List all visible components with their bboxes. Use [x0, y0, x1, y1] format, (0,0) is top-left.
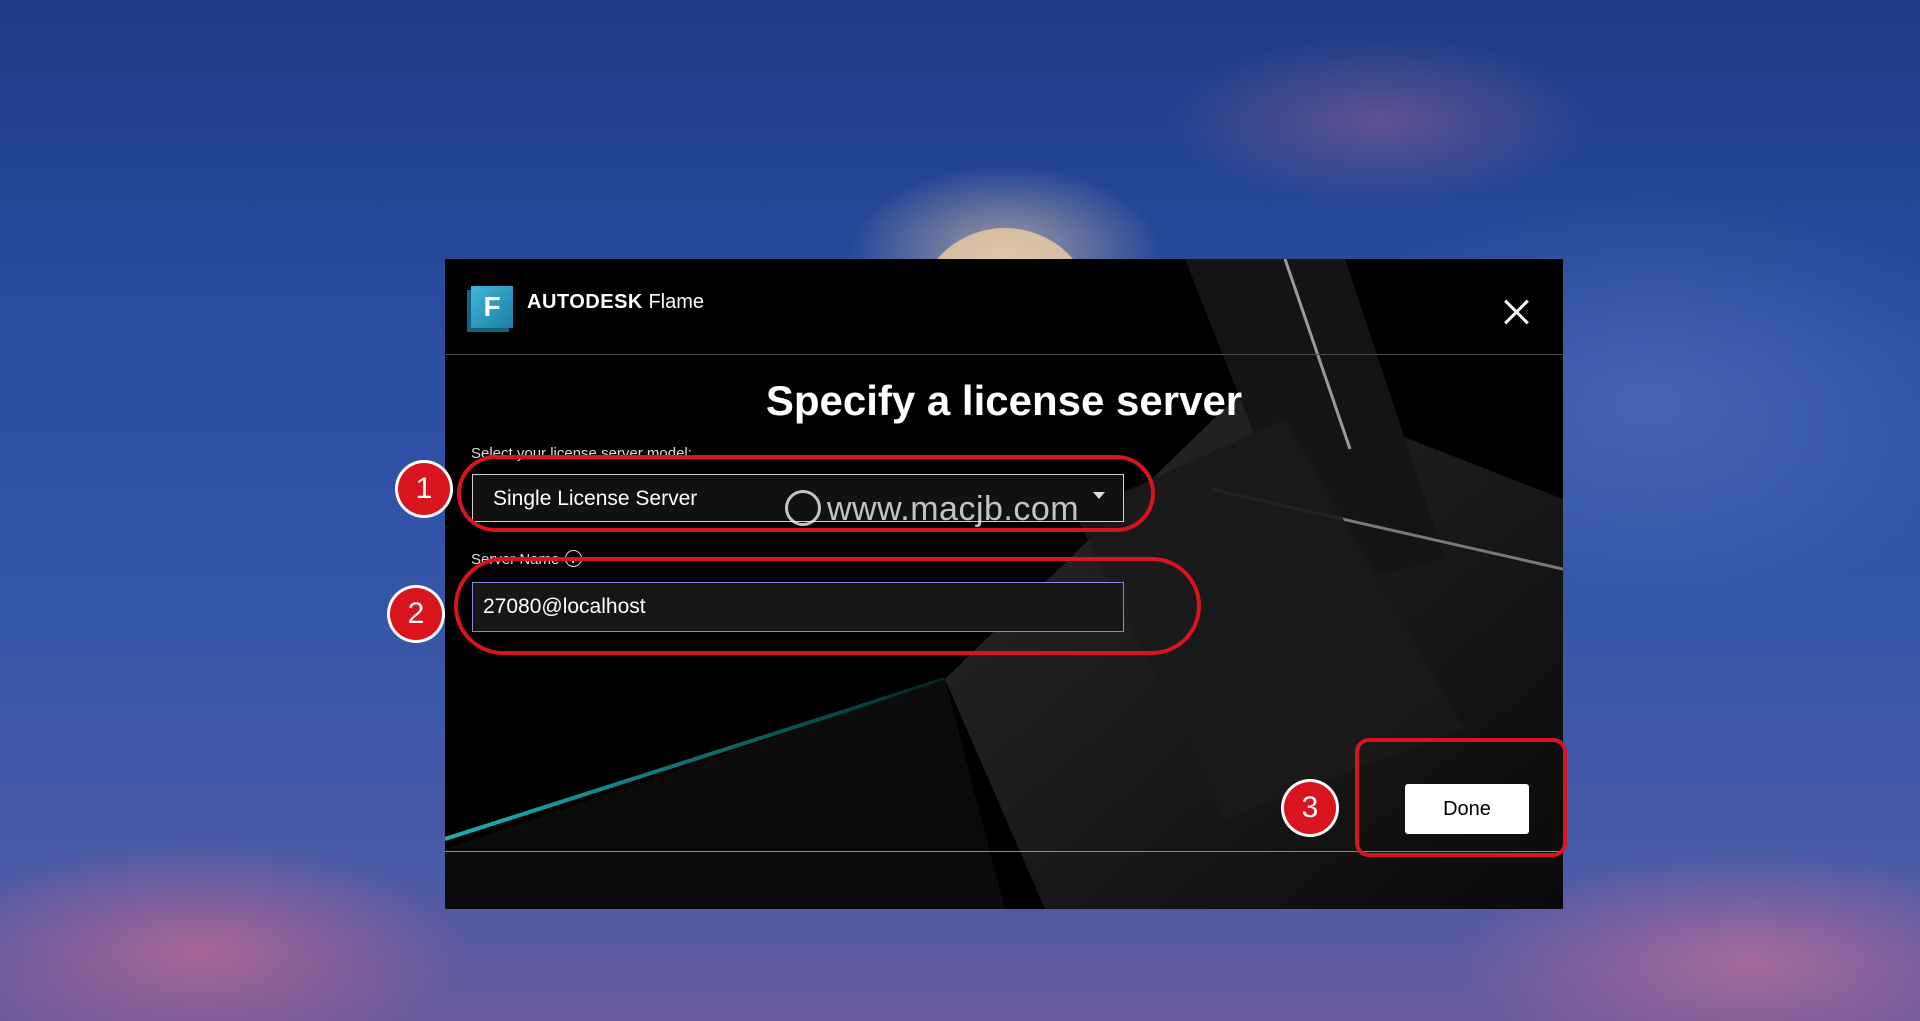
step-badge-3: 3: [1284, 782, 1336, 834]
model-label: Select your license server model:: [471, 445, 692, 462]
done-button[interactable]: Done: [1405, 784, 1529, 834]
flame-logo-icon: F: [471, 286, 513, 328]
license-model-value: Single License Server: [493, 487, 698, 510]
step-badge-2: 2: [390, 588, 442, 640]
brand-name: AUTODESK: [527, 291, 643, 313]
chevron-down-icon: [1093, 492, 1105, 499]
watermark: www.macjb.com: [785, 490, 1079, 529]
server-name-label-row: Server Name: [471, 550, 583, 568]
product-name: Flame: [648, 291, 705, 313]
watermark-logo-icon: [785, 490, 821, 526]
app-name: AUTODESK Flame: [527, 291, 704, 314]
watermark-text: www.macjb.com: [827, 490, 1080, 528]
license-dialog: F AUTODESK Flame Specify a license serve…: [445, 259, 1563, 909]
footer-divider: [445, 851, 1563, 852]
close-icon[interactable]: [1503, 299, 1529, 325]
step-badge-1: 1: [398, 463, 450, 515]
info-icon[interactable]: [565, 550, 583, 567]
server-name-label: Server Name: [471, 551, 560, 568]
server-name-input[interactable]: [472, 582, 1124, 632]
dialog-title: Specify a license server: [765, 377, 1243, 424]
dialog-header: F AUTODESK Flame: [445, 259, 1563, 355]
